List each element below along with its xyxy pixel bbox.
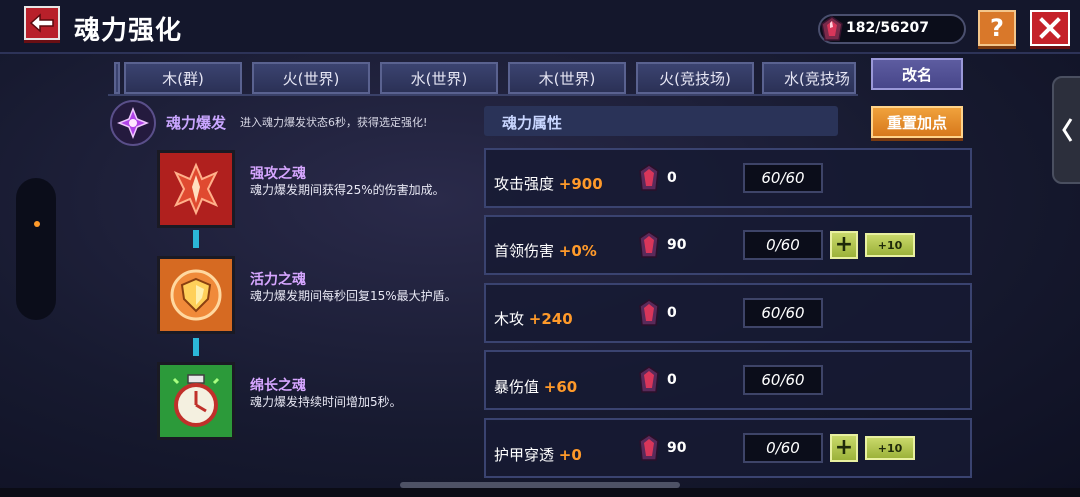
attribute-bonus: +0 [558,446,582,464]
attribute-cost: 0 [667,372,677,388]
attribute-cost: 90 [667,237,687,253]
drawer-handle[interactable] [1052,76,1080,184]
attribute-level: 60/60 [743,163,823,193]
chevron-left-icon [1062,118,1073,142]
attribute-level: 60/60 [743,365,823,395]
soul-currency-value: 182/56207 [846,20,930,36]
soul-name-vitality: 活力之魂 [250,272,306,288]
bottom-bar [0,488,1080,497]
attribute-cost: 90 [667,440,687,456]
add-ten-points-button[interactable]: +10 [865,233,915,257]
tab-wood-group[interactable]: 木(群) [124,62,242,94]
attack-soul-icon[interactable] [157,150,235,228]
side-panel[interactable] [16,178,56,320]
attribute-label: 暴伤值 +60 [494,378,578,396]
clock-soul-icon[interactable] [157,362,235,440]
close-button[interactable] [1030,10,1070,46]
attribute-bonus: +0% [558,242,597,260]
tab-water-arena[interactable]: 水(竞技场 [762,62,856,94]
soul-gem-icon [639,366,659,393]
attribute-label: 攻击强度 +900 [494,175,603,193]
tab-fire-arena[interactable]: 火(竞技场) [636,62,754,94]
soul-name-duration: 绵长之魂 [250,378,306,394]
soul-connector [193,338,199,356]
rename-button[interactable]: 改名 [871,58,963,90]
add-ten-points-button[interactable]: +10 [865,436,915,460]
attribute-label: 首领伤害 +0% [494,242,597,260]
attribute-cost: 0 [667,170,677,186]
page-title: 魂力强化 [74,16,183,46]
attribute-bonus: +900 [558,175,603,193]
attribute-level: 0/60 [743,230,823,260]
shield-soul-icon[interactable] [157,256,235,334]
back-button[interactable] [24,6,60,40]
soul-gem-icon [821,16,843,41]
attribute-label: 护甲穿透 +0 [494,446,582,464]
soul-desc-vitality: 魂力爆发期间每秒回复15%最大护盾。 [250,289,457,303]
soul-gem-icon [639,164,659,191]
soul-burst-icon [110,100,156,146]
soul-gem-icon [639,299,659,326]
attribute-label: 木攻 +240 [494,310,573,328]
arrow-left-icon [29,13,54,33]
close-icon [1039,17,1061,39]
burst-title: 魂力爆发 [166,114,227,132]
attribute-bonus: +240 [528,310,573,328]
add-point-button[interactable]: + [830,231,858,259]
attribute-level: 0/60 [743,433,823,463]
notification-dot [34,221,40,227]
soul-connector [193,230,199,248]
tab-partial-edge [114,62,120,94]
help-button[interactable]: ? [978,10,1016,46]
add-point-button[interactable]: + [830,434,858,462]
tab-fire-world[interactable]: 火(世界) [252,62,370,94]
tab-wood-world[interactable]: 木(世界) [508,62,626,94]
soul-desc-attack: 魂力爆发期间获得25%的伤害加成。 [250,183,445,197]
attribute-cost: 0 [667,305,677,321]
attribute-level: 60/60 [743,298,823,328]
soul-gem-icon [639,231,659,258]
soul-name-attack: 强攻之魂 [250,166,306,182]
tab-water-world[interactable]: 水(世界) [380,62,498,94]
soul-desc-duration: 魂力爆发持续时间增加5秒。 [250,395,402,409]
soul-gem-icon [639,434,659,461]
attributes-title: 魂力属性 [502,114,563,132]
home-indicator[interactable] [400,482,680,488]
burst-description: 进入魂力爆发状态6秒，获得选定强化! [240,116,428,129]
attribute-bonus: +60 [543,378,578,396]
reset-points-button[interactable]: 重置加点 [871,106,963,138]
